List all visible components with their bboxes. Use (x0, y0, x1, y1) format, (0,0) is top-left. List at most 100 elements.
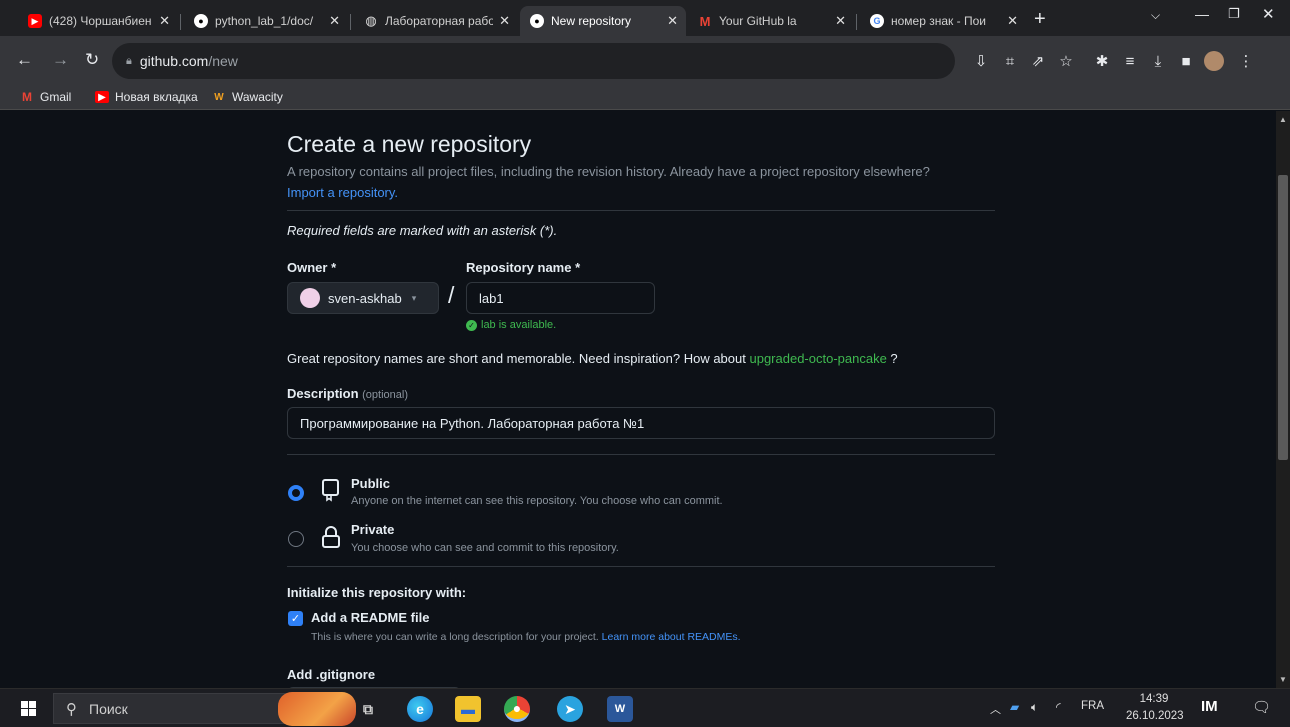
downloads-icon[interactable]: ⤓ (1148, 50, 1168, 72)
wawacity-icon: W (214, 91, 224, 103)
owner-avatar (300, 288, 320, 308)
tab-python-lab[interactable]: ● python_lab_1/doc/ ✕ (184, 6, 348, 36)
close-icon[interactable]: ✕ (1007, 13, 1018, 29)
owner-repo-separator: / (448, 282, 455, 308)
repository-name-input[interactable]: lab1 (466, 282, 655, 314)
lock-icon (321, 525, 341, 549)
owner-select[interactable]: sven-askhab ▾ (287, 282, 439, 314)
bookmark-gmail[interactable]: M Gmail (20, 90, 71, 104)
private-radio[interactable] (288, 531, 304, 547)
telegram-icon[interactable]: ➤ (557, 696, 583, 722)
task-view-icon[interactable]: ⧉ (355, 696, 381, 722)
required-note: Required fields are marked with an aster… (287, 223, 558, 238)
tab-new-repository[interactable]: ● New repository ✕ (520, 6, 686, 36)
new-tab-button[interactable]: + (1034, 8, 1046, 31)
readme-checkbox[interactable]: ✓ (288, 611, 303, 626)
close-icon[interactable]: ✕ (329, 13, 340, 29)
translate-icon[interactable]: ⌗ (1000, 50, 1020, 72)
language-indicator[interactable]: FRA (1081, 700, 1104, 712)
web-icon: ◍ (365, 13, 377, 28)
word-icon[interactable]: W (607, 696, 633, 722)
bookmark-label: Новая вкладка (115, 90, 198, 104)
side-panel-icon[interactable]: ■ (1176, 50, 1196, 72)
clock-time: 14:39 (1139, 693, 1169, 705)
tab-title: New repository (551, 14, 632, 28)
tab-lab-work[interactable]: ◍ Лабораторная рабо ✕ (354, 6, 518, 36)
address-bar[interactable]: 🔒︎ github.com /new (112, 43, 955, 79)
readme-learn-more-link[interactable]: Learn more about READMEs. (602, 631, 741, 643)
share-icon[interactable]: ⇗ (1028, 50, 1048, 72)
suggested-name-link[interactable]: upgraded-octo-pancake (749, 351, 886, 366)
extensions-icon[interactable]: ✱ (1092, 50, 1112, 72)
reload-icon[interactable]: ↻ (85, 50, 99, 70)
url-domain: github.com (139, 53, 209, 69)
inspiration-end: ? (886, 351, 898, 366)
close-icon[interactable]: ✕ (835, 13, 846, 29)
bookmark-wawacity[interactable]: W Wawacity (212, 90, 283, 104)
tab-title: номер знак - Пои (891, 14, 986, 28)
clock[interactable]: 14:39 26.10.2023 (1126, 691, 1184, 725)
tab-title: (428) Чоршанбиен (49, 14, 152, 28)
volume-muted-icon[interactable]: 🔈︎ (1031, 700, 1038, 715)
owner-label: Owner * (287, 260, 337, 275)
youtube-icon: ▶ (95, 91, 109, 103)
wifi-icon[interactable]: ◜ (1056, 700, 1061, 714)
divider (287, 566, 995, 567)
tab-title: Your GitHub la (719, 14, 797, 28)
github-icon: ● (194, 14, 208, 28)
scroll-up-icon[interactable]: ▲ (1279, 115, 1287, 124)
bookmark-star-icon[interactable]: ☆ (1056, 50, 1076, 72)
install-icon[interactable]: ⇩ (971, 50, 991, 72)
private-label: Private (351, 522, 395, 537)
windows-taskbar: ⚲ Поиск ⧉ e ▬ ● ➤ W ︿ ▰ 🔈︎ ◜ FRA 14:39 2… (0, 688, 1290, 727)
scroll-down-icon[interactable]: ▼ (1279, 675, 1287, 684)
caret-down-icon: ▾ (411, 292, 417, 303)
bookmark-new-tab[interactable]: ▶ Новая вкладка (95, 90, 198, 104)
edge-icon[interactable]: e (407, 696, 433, 722)
notifications-icon[interactable]: 🗨︎ (1252, 698, 1271, 716)
tab-divider (856, 14, 857, 30)
tray-chevron-icon[interactable]: ︿ (990, 701, 1001, 717)
repo-icon (321, 478, 341, 502)
forward-arrow-icon[interactable]: → (52, 50, 69, 70)
windows-start-icon[interactable] (21, 701, 36, 716)
page-content: Create a new repository A repository con… (0, 111, 1276, 688)
tab-search-icon[interactable]: ⌵ (1151, 8, 1160, 23)
repository-name-label: Repository name * (466, 260, 581, 275)
youtube-icon: ▶ (28, 14, 42, 28)
tab-gmail[interactable]: M Your GitHub la ✕ (688, 6, 854, 36)
close-icon[interactable]: ✕ (667, 13, 678, 29)
minimize-button[interactable]: — (1195, 6, 1209, 22)
close-icon[interactable]: ✕ (499, 13, 510, 29)
media-icon[interactable]: ≡ (1120, 50, 1140, 72)
github-icon: ● (530, 14, 544, 28)
close-icon[interactable]: ✕ (159, 13, 170, 29)
back-arrow-icon[interactable]: ← (16, 50, 33, 70)
app-tray-icon[interactable]: IM (1201, 698, 1218, 715)
tab-youtube[interactable]: ▶ (428) Чоршанбиен ✕ (18, 6, 178, 36)
public-description: Anyone on the internet can see this repo… (351, 495, 723, 507)
menu-icon[interactable]: ⋮ (1236, 50, 1256, 72)
profile-avatar[interactable] (1204, 51, 1224, 71)
divider (287, 210, 995, 211)
import-repository-link[interactable]: Import a repository. (287, 185, 398, 200)
file-explorer-icon[interactable]: ▬ (455, 696, 481, 722)
divider (287, 454, 995, 455)
restore-button[interactable]: ❐ (1228, 6, 1240, 22)
gitignore-label: Add .gitignore (287, 667, 376, 682)
check-circle-icon: ✓ (466, 319, 477, 331)
network-tray-icon[interactable]: ▰ (1010, 700, 1019, 714)
scrollbar-thumb[interactable] (1278, 175, 1288, 460)
taskbar-search[interactable]: ⚲ Поиск (53, 693, 288, 724)
chrome-icon[interactable]: ● (504, 696, 530, 722)
close-window-button[interactable]: ✕ (1262, 5, 1275, 23)
inspiration-line: Great repository names are short and mem… (287, 351, 898, 366)
description-input[interactable]: Программирование на Python. Лабораторная… (287, 407, 995, 439)
tab-google[interactable]: G номер знак - Пои ✕ (860, 6, 1026, 36)
availability-text: lab is available. (481, 319, 557, 331)
readme-description-text: This is where you can write a long descr… (311, 631, 599, 643)
readme-label: Add a README file (311, 610, 430, 625)
page-title: Create a new repository (287, 131, 532, 157)
private-description: You choose who can see and commit to thi… (351, 542, 619, 554)
public-radio[interactable] (288, 485, 304, 501)
